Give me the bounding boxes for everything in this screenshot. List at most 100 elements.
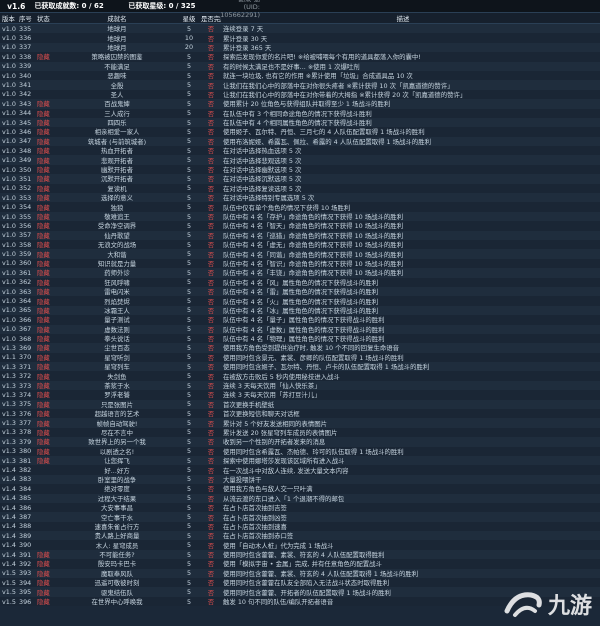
table-row[interactable]: v1.0 344 隐藏 三人成行 5 否在队伍中有 3 个相同命途角色的情况下获得战斗胜利 bbox=[0, 108, 600, 118]
col-completed[interactable]: 是否完成 bbox=[201, 14, 221, 23]
table-row[interactable]: v1.0 339 不能满足 5 否有的时候太满足也不是好事... ※使用 1 次爆吐剂 bbox=[0, 61, 600, 71]
table-row[interactable]: v1.3 374 隐藏 罗浮老饕 5 否连续 3 天每天饮用「苏打豆汁儿」 bbox=[0, 390, 600, 400]
table-row[interactable]: v1.4 386 大安事事昌 5 否在占卜店首次抽到吉签 bbox=[0, 502, 600, 513]
stars-cell: 5 bbox=[186, 475, 192, 484]
name-cell: 茶浆于水 bbox=[104, 382, 130, 391]
table-row[interactable]: v1.3 376 隐藏 超越语言的艺术 5 否首次更换短信和聊天对话框 bbox=[0, 409, 600, 419]
table-row[interactable]: v1.0 345 隐藏 四四乐 5 否在队伍中有 4 个相同属性角色的情况下获得战斗胜利 bbox=[0, 117, 600, 128]
table-row[interactable]: v1.0 361 隐藏 药师外诊 5 否队伍中有 4 名「丰饶」命途角色的情况下获得 10… bbox=[0, 268, 600, 278]
table-row[interactable]: v1.0 356 隐藏 受命净空调界 5 否队伍中有 4 名「智天」命途角色的情况下获得 … bbox=[0, 221, 600, 231]
col-name[interactable]: 成就名 bbox=[57, 14, 177, 23]
table-row[interactable]: v1.0 350 隐藏 幽默开拓者 5 否在对话中选择幽默选项 5 次 bbox=[0, 164, 600, 175]
table-row[interactable]: v1.0 338 隐藏 策略被囚禁的图鉴 5 否探索后发现你爱的名片吧! ※给被哺喂每个有… bbox=[0, 52, 600, 62]
index-cell: 363 bbox=[19, 287, 32, 296]
table-row[interactable]: v1.0 349 隐藏 悲观开拓者 5 否在对话中选择悲观选项 5 次 bbox=[0, 155, 600, 165]
table-row[interactable]: v1.0 343 隐藏 百战鬼婶 5 否使用累计 20 位角色与获得组队并取得至少 1 场… bbox=[0, 99, 600, 109]
table-row[interactable]: v1.3 380 隐藏 以剧透之名! 5 否使用同时包含希露瓦、杰帕德、玲可的队伍取得 1… bbox=[0, 446, 600, 456]
version-cell: v1.4 bbox=[2, 466, 16, 475]
table-row[interactable]: v1.0 353 隐藏 选择的意义 5 否在对话中选择特别专属选项 5 次 bbox=[0, 193, 600, 203]
table-row[interactable]: v1.3 372 隐藏 失剑鱼 5 否在被敌方击败后 5 秒内使用秘技进入战斗 bbox=[0, 371, 600, 381]
table-row[interactable]: v1.4 388 速喜朱雀占行方 5 否在占卜店首次抽到速喜 bbox=[0, 521, 600, 532]
table-row[interactable]: v1.0 336 地球月 10 否累计登录 30 天 bbox=[0, 33, 600, 43]
name-cell: 过程大于结果 bbox=[97, 494, 137, 503]
status-cell: 隐藏 bbox=[37, 569, 50, 578]
table-row[interactable]: v1.0 352 隐藏 复读机 5 否在对话中选择复读选项 5 次 bbox=[0, 183, 600, 194]
stars-cell: 5 bbox=[186, 343, 192, 352]
name-cell: 木人: 星穹成员 bbox=[95, 541, 139, 550]
table-row[interactable]: v1.0 368 隐藏 拳头说话 5 否队伍中有 4 名「物理」属性角色的情况下获得战斗的… bbox=[0, 333, 600, 344]
table-row[interactable]: v1.0 342 圣人 5 否让我们在我们心中的部落中在对你带着的大拇指 ※累计获得 2… bbox=[0, 89, 600, 100]
table-row[interactable]: v1.4 383 卧室里的战争 5 否大量投喂饼干 bbox=[0, 474, 600, 485]
table-row[interactable]: v1.0 367 隐藏 虚数法则 5 否队伍中有 4 名「虚数」属性角色的情况下获得战斗的… bbox=[0, 324, 600, 334]
table-row[interactable]: v1.3 369 隐藏 尘世百态 5 否使用我方角色受到提供治疗时, 触发 10 个不同的… bbox=[0, 343, 600, 353]
table-row[interactable]: v1.3 375 隐藏 只是张图片 5 否首次更换手机壁纸 bbox=[0, 399, 600, 410]
table-row[interactable]: v1.3 378 隐藏 尽在不言中 5 否累计发送 20 张星穹列车成员的表情图片 bbox=[0, 427, 600, 438]
table-row[interactable]: v1.0 341 全殷 5 否让我们在我们心中的部落中在对你很头疼者 ※累计获得 10 … bbox=[0, 80, 600, 90]
table-row[interactable]: v1.3 373 隐藏 茶浆于水 5 否连续 3 天每天饮用「仙人快乐茶」 bbox=[0, 380, 600, 391]
index-cell: 362 bbox=[19, 278, 32, 287]
table-row[interactable]: v1.0 346 隐藏 相亲相爱一家人 5 否使用姬子、瓦尔特、丹恒、三月七的 4 人队伍… bbox=[0, 127, 600, 137]
table-row[interactable]: v1.0 337 地球月 20 否累计登录 365 天 bbox=[0, 42, 600, 53]
version-cell: v1.3 bbox=[2, 409, 16, 418]
status-cell: 隐藏 bbox=[37, 213, 50, 221]
completed-cell: 否 bbox=[207, 598, 215, 607]
description-cell: 队伍中有 4 名「存护」命途角色的情况下获得 10 场战斗的胜利 bbox=[223, 213, 404, 221]
table-row[interactable]: v1.0 362 隐藏 狂风呼啸 5 否队伍中有 4 名「风」属性角色的情况下获得战斗的胜… bbox=[0, 277, 600, 287]
col-description[interactable]: 描述 bbox=[221, 14, 583, 23]
stars-cell: 5 bbox=[186, 156, 192, 165]
index-cell: 393 bbox=[19, 569, 32, 578]
col-index[interactable]: 序号 bbox=[19, 14, 37, 23]
table-row[interactable]: v1.0 354 隐藏 独狼 5 否队伍中仅有单个角色的情况下获得 10 场胜利 bbox=[0, 202, 600, 212]
name-cell: 雷电闪米 bbox=[104, 288, 130, 297]
index-cell: 342 bbox=[19, 90, 32, 99]
table-row[interactable]: v1.4 392 隐藏 殷安玛卡巴卡 5 否使用「模拟宇宙 • 金属」完成, 并有任意角色… bbox=[0, 559, 600, 569]
status-cell: 隐藏 bbox=[37, 100, 50, 109]
table-row[interactable]: v1.4 389 贵人路上好商量 5 否在占卜店首次抽到赤口签 bbox=[0, 531, 600, 541]
table-row[interactable]: v1.0 347 隐藏 筑城者 (与前筑城者) 5 否使用布洛妮娅、希露瓦、佩拉、希露的 … bbox=[0, 136, 600, 147]
table-row[interactable]: v1.0 358 隐藏 无浪文的战场 5 否队伍中有 4 名「虚无」命途角色的情况下获得 … bbox=[0, 239, 600, 250]
table-row[interactable]: v1.0 348 隐藏 热血开拓者 5 否在对话中选择热血选项 5 次 bbox=[0, 146, 600, 156]
table-row[interactable]: v1.4 387 空亡事干水 5 否在占卜店首次抽到凶签 bbox=[0, 512, 600, 522]
table-row[interactable]: v1.0 357 隐藏 仙丹歌望 5 否队伍中有 4 名「巡猎」命途角色的情况下获得 10… bbox=[0, 230, 600, 240]
table-row[interactable]: v1.0 360 隐藏 知识就是力量 5 否队伍中有 4 名「智识」命途角色的情况下获得 … bbox=[0, 258, 600, 269]
index-cell: 353 bbox=[19, 193, 32, 202]
col-version[interactable]: 版本 bbox=[0, 14, 19, 23]
table-row[interactable]: v1.4 384 绝对零度 5 否使用我方角色与敌人交一只叶满 bbox=[0, 484, 600, 494]
completed-cell: 否 bbox=[207, 504, 215, 513]
stars-cell: 5 bbox=[186, 390, 192, 399]
table-row[interactable]: v1.5 394 隐藏 迅遥可敬彼时刻 5 否使用同时包含藿藿在队友全部陷入无法战斗状态时… bbox=[0, 578, 600, 588]
table-row[interactable]: v1.0 364 隐藏 烈焰焚烬 5 否队伍中有 4 名「火」属性角色的情况下获得战斗的胜… bbox=[0, 296, 600, 306]
table-row[interactable]: v1.1 370 隐藏 星穹听剑 5 否使用同时包含景元、素裳、彦卿的队伍配置取得 1 场… bbox=[0, 352, 600, 363]
table-row[interactable]: v1.0 355 隐藏 敬难追王 5 否队伍中有 4 名「存护」命途角色的情况下获得 10… bbox=[0, 211, 600, 222]
table-row[interactable]: v1.5 393 隐藏 魔取奉风队 5 否使用同时包含藿藿、素裳、符玄的 4 人队伍配置取… bbox=[0, 568, 600, 579]
table-row[interactable]: v1.0 335 地球月 5 否连续登录 7 天 bbox=[0, 24, 600, 34]
table-row[interactable]: v1.4 385 过程大于结果 5 否从流云渡的东口进入「1 个退潮不得的邮包 bbox=[0, 493, 600, 503]
completed-cell: 否 bbox=[207, 588, 215, 597]
version-cell: v1.4 bbox=[2, 559, 16, 568]
table-row[interactable]: v1.0 340 恶趣味 5 否就连一块垃圾, 也有它的作用 ※累计使用「垃圾」合成道具… bbox=[0, 70, 600, 81]
completed-cell: 否 bbox=[207, 579, 215, 588]
name-cell: 敬难追王 bbox=[104, 213, 130, 221]
table-row[interactable]: v1.3 381 隐藏 让您挥飞 5 否探索中使用娜塔莎发现该区域所有进入战斗 bbox=[0, 455, 600, 466]
name-cell: 百战鬼婶 bbox=[104, 100, 130, 109]
version-cell: v1.0 bbox=[2, 174, 16, 183]
index-cell: 371 bbox=[19, 362, 32, 371]
completed-cell: 否 bbox=[207, 522, 215, 531]
table-row[interactable]: v1.4 390 木人: 星穹成员 5 否使用「自动木人桩」代为完成 1 场战斗 bbox=[0, 540, 600, 550]
name-cell: 魔取奉风队 bbox=[101, 569, 133, 578]
table-row[interactable]: v1.3 371 隐藏 星穹列车 5 否使用同时包含姬子、瓦尔特、丹恒、卢卡的队伍配置取得… bbox=[0, 362, 600, 372]
name-cell: 三人成行 bbox=[104, 109, 130, 118]
table-row[interactable]: v1.0 366 隐藏 量子测试 5 否队伍中有 4 名「量子」属性角色的情况下获得战斗的… bbox=[0, 315, 600, 325]
col-status[interactable]: 状态 bbox=[37, 14, 57, 23]
table-row[interactable]: v1.3 377 隐藏 帧帧自动驾驶! 5 否累计对 5 个好友发送相同的表情图片 bbox=[0, 418, 600, 428]
col-stars[interactable]: 星级 bbox=[177, 14, 201, 23]
table-row[interactable]: v1.3 379 隐藏 致世界上的另一个我 5 否收到另一个性别的开拓者发来的消息 bbox=[0, 437, 600, 447]
table-row[interactable]: v1.0 359 隐藏 大和谐 5 否队伍中有 4 名「同谐」命途角色的情况下获得 10 … bbox=[0, 249, 600, 259]
table-row[interactable]: v1.0 351 隐藏 沉默开拓者 5 否在对话中选择沉默选项 5 次 bbox=[0, 174, 600, 184]
table-row[interactable]: v1.4 382 好...好方 5 否在一次战斗中对敌人连续, 发送大量文本内容 bbox=[0, 465, 600, 475]
table-row[interactable]: v1.4 391 隐藏 不可能任务? 5 否使用同时包含藿藿、素裳、符玄的 4 人队伍配置… bbox=[0, 549, 600, 560]
version-cell: v1.0 bbox=[2, 127, 16, 136]
index-cell: 355 bbox=[19, 212, 32, 221]
table-row[interactable]: v1.0 363 隐藏 雷电闪米 5 否队伍中有 4 名「雷」属性角色的情况下获得战斗的胜… bbox=[0, 286, 600, 297]
table-row[interactable]: v1.0 365 隐藏 冰霜王人 5 否队伍中有 4 名「冰」属性角色的情况下获得战斗的胜… bbox=[0, 305, 600, 316]
